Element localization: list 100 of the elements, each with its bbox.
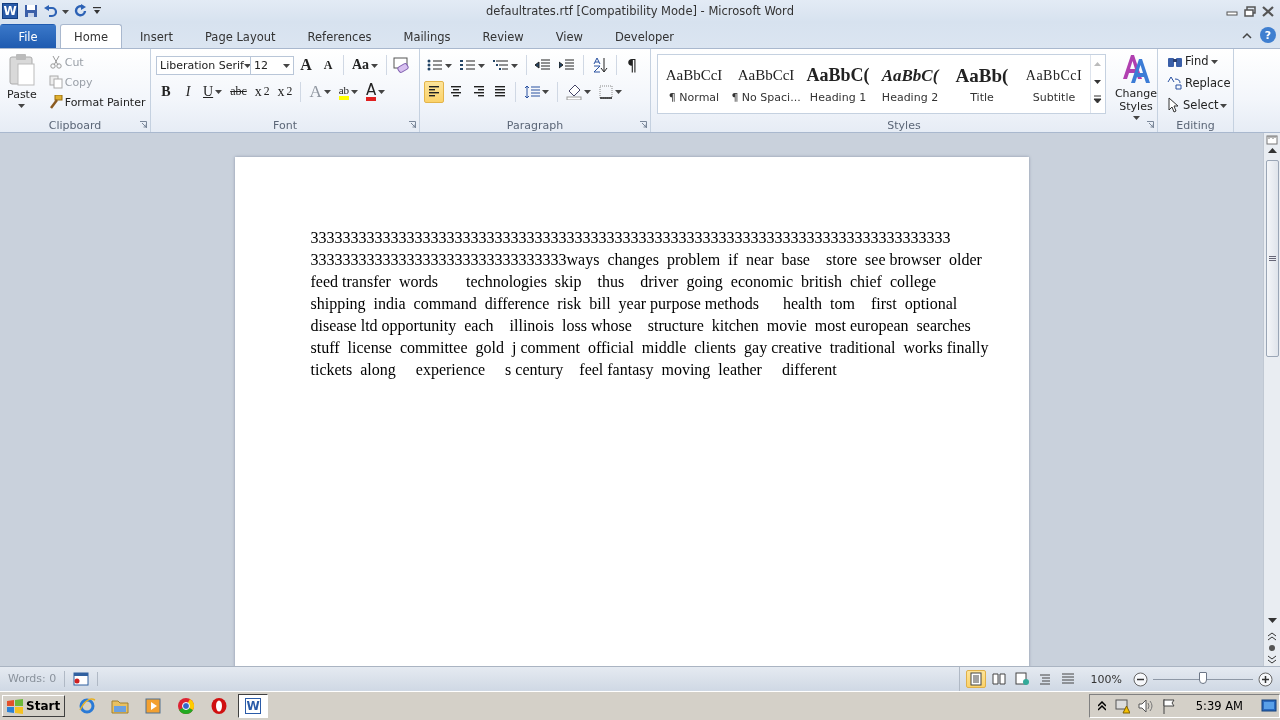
clear-formatting-icon[interactable] bbox=[392, 57, 411, 73]
multilevel-list-button[interactable] bbox=[490, 57, 521, 73]
close-icon[interactable] bbox=[1262, 5, 1274, 17]
help-button[interactable]: ? bbox=[1260, 27, 1276, 43]
customize-icon[interactable] bbox=[93, 6, 102, 16]
ribbon-tab[interactable]: Developer bbox=[600, 24, 689, 48]
caret-icon bbox=[378, 89, 386, 94]
zoom-slider-thumb[interactable] bbox=[1199, 671, 1207, 684]
flag-icon[interactable] bbox=[1161, 698, 1176, 714]
document-text-line: tickets along experience s century feel fantasy moving leather different bbox=[310, 360, 838, 381]
macro-record-icon[interactable] bbox=[73, 672, 90, 686]
circle-logo-icon bbox=[177, 697, 196, 715]
show-hidden-icons-icon[interactable] bbox=[1097, 701, 1106, 711]
caret-icon bbox=[511, 62, 518, 68]
document-text-line: stuff license committee gold j comment official middle clients gay creative traditional works finally bbox=[310, 338, 990, 359]
taskbar-app-button[interactable]: W bbox=[238, 694, 269, 718]
cursor-icon bbox=[1167, 97, 1181, 113]
ribbon-tab[interactable]: File bbox=[0, 24, 56, 48]
borders-icon bbox=[599, 84, 613, 99]
highlight-button[interactable]: ab bbox=[335, 80, 362, 103]
align-left-icon bbox=[428, 86, 440, 97]
scissors-icon bbox=[48, 55, 63, 69]
dialog-launcher-icon[interactable] bbox=[1147, 121, 1154, 128]
reading-view-icon bbox=[991, 672, 1006, 686]
zoom-level[interactable]: 100% bbox=[1090, 672, 1122, 686]
start-button[interactable]: Start bbox=[2, 695, 66, 717]
bullet-list-icon[interactable] bbox=[427, 59, 443, 71]
align-justify-icon bbox=[494, 86, 506, 97]
document-text-line: disease ltd opportunity each illinois loss whose structure kitchen movie most european searches bbox=[310, 316, 972, 337]
scrollbar-thumb[interactable] bbox=[1265, 160, 1279, 357]
ribbon-tab[interactable]: Home bbox=[60, 24, 122, 49]
caret-icon bbox=[584, 89, 591, 94]
select-button[interactable]: Select bbox=[1164, 95, 1227, 115]
ribbon-tab[interactable]: Mailings bbox=[389, 24, 465, 48]
group-label: Clipboard bbox=[48, 118, 102, 132]
copy-icon bbox=[48, 75, 63, 89]
align-left-button[interactable] bbox=[424, 80, 444, 103]
paste-button[interactable]: Paste bbox=[4, 52, 40, 114]
font-color-button[interactable]: A bbox=[363, 80, 389, 103]
restore-icon[interactable] bbox=[1244, 5, 1256, 17]
next-page-icon[interactable] bbox=[1267, 655, 1277, 664]
ribbon-tab[interactable]: Insert bbox=[125, 24, 187, 48]
numbered-list-icon[interactable] bbox=[460, 59, 476, 71]
zoom-out-icon[interactable] bbox=[1133, 671, 1148, 687]
play-icon bbox=[144, 697, 163, 715]
undo-icon[interactable] bbox=[43, 4, 57, 18]
group-label: Font bbox=[273, 118, 297, 132]
shrink-font-button[interactable]: A bbox=[318, 54, 338, 76]
align-right-icon bbox=[472, 86, 484, 97]
caret-icon bbox=[1220, 102, 1228, 108]
dialog-launcher-icon[interactable] bbox=[409, 121, 416, 128]
numbering-button[interactable] bbox=[457, 57, 488, 73]
clock[interactable]: 5:39 AM bbox=[1195, 699, 1243, 713]
document-page[interactable] bbox=[234, 157, 1029, 666]
scroll-up-icon[interactable] bbox=[1267, 147, 1277, 153]
font-size-field[interactable]: 12 bbox=[250, 55, 294, 75]
dialog-launcher-icon[interactable] bbox=[640, 121, 647, 128]
underline-button[interactable]: U bbox=[200, 80, 226, 103]
collapse-ribbon-icon[interactable] bbox=[1242, 31, 1252, 39]
show-desktop-icon[interactable] bbox=[1261, 699, 1277, 713]
word-logo[interactable]: W bbox=[2, 3, 18, 19]
draft-view-icon bbox=[1060, 672, 1075, 686]
borders-button[interactable] bbox=[596, 82, 625, 101]
font-case-button[interactable]: Aa bbox=[349, 54, 382, 76]
caret-icon bbox=[283, 62, 290, 68]
find-button[interactable]: Find bbox=[1164, 51, 1227, 71]
multilevel-list-icon[interactable] bbox=[493, 59, 509, 71]
network-warning-icon[interactable] bbox=[1113, 698, 1130, 714]
italic-button[interactable]: I bbox=[178, 80, 198, 103]
dialog-launcher-icon[interactable] bbox=[140, 121, 147, 128]
grow-font-button[interactable]: A bbox=[296, 54, 316, 76]
document-text-line: 33333333333333333333333333333333ways changes problem if near base store see browser older bbox=[310, 250, 983, 271]
save-icon[interactable] bbox=[24, 4, 38, 18]
scroll-down-icon[interactable] bbox=[1267, 618, 1277, 624]
globe-icon bbox=[78, 697, 97, 715]
browse-object-icon[interactable] bbox=[1268, 644, 1276, 652]
strike-button[interactable]: abc bbox=[227, 80, 250, 103]
caret-icon bbox=[243, 62, 251, 68]
ribbon-tab[interactable]: Page Layout bbox=[190, 24, 290, 48]
caret-icon bbox=[371, 62, 379, 68]
change-styles-button[interactable]: Change Styles bbox=[1112, 52, 1160, 114]
ribbon-tab[interactable]: View bbox=[541, 24, 597, 48]
zoom-in-icon[interactable] bbox=[1258, 671, 1273, 687]
redo-icon[interactable] bbox=[74, 4, 88, 18]
format-painter-button[interactable]: Format Painter bbox=[45, 93, 149, 111]
speaker-icon[interactable] bbox=[1137, 699, 1154, 713]
font-name-field[interactable]: Liberation Serif bbox=[156, 55, 251, 75]
ribbon-tab[interactable]: References bbox=[293, 24, 386, 48]
caret-icon bbox=[1132, 115, 1140, 120]
sort-icon bbox=[592, 57, 608, 73]
window-title: defaultrates.rtf [Compatibility Mode] - Microsoft Word bbox=[486, 4, 794, 18]
previous-page-icon[interactable] bbox=[1267, 632, 1277, 641]
print-view-button[interactable] bbox=[965, 670, 986, 688]
ribbon-tab[interactable]: Review bbox=[468, 24, 538, 48]
bold-button[interactable]: B bbox=[156, 80, 176, 103]
document-text-line: shipping india command difference risk bill year purpose methods health tom first optional bbox=[310, 294, 959, 315]
caret-icon bbox=[445, 62, 452, 68]
print-view-icon bbox=[968, 672, 983, 686]
show-formatting-marks-button[interactable]: ¶ bbox=[622, 54, 642, 76]
line-spacing-icon bbox=[524, 84, 540, 99]
